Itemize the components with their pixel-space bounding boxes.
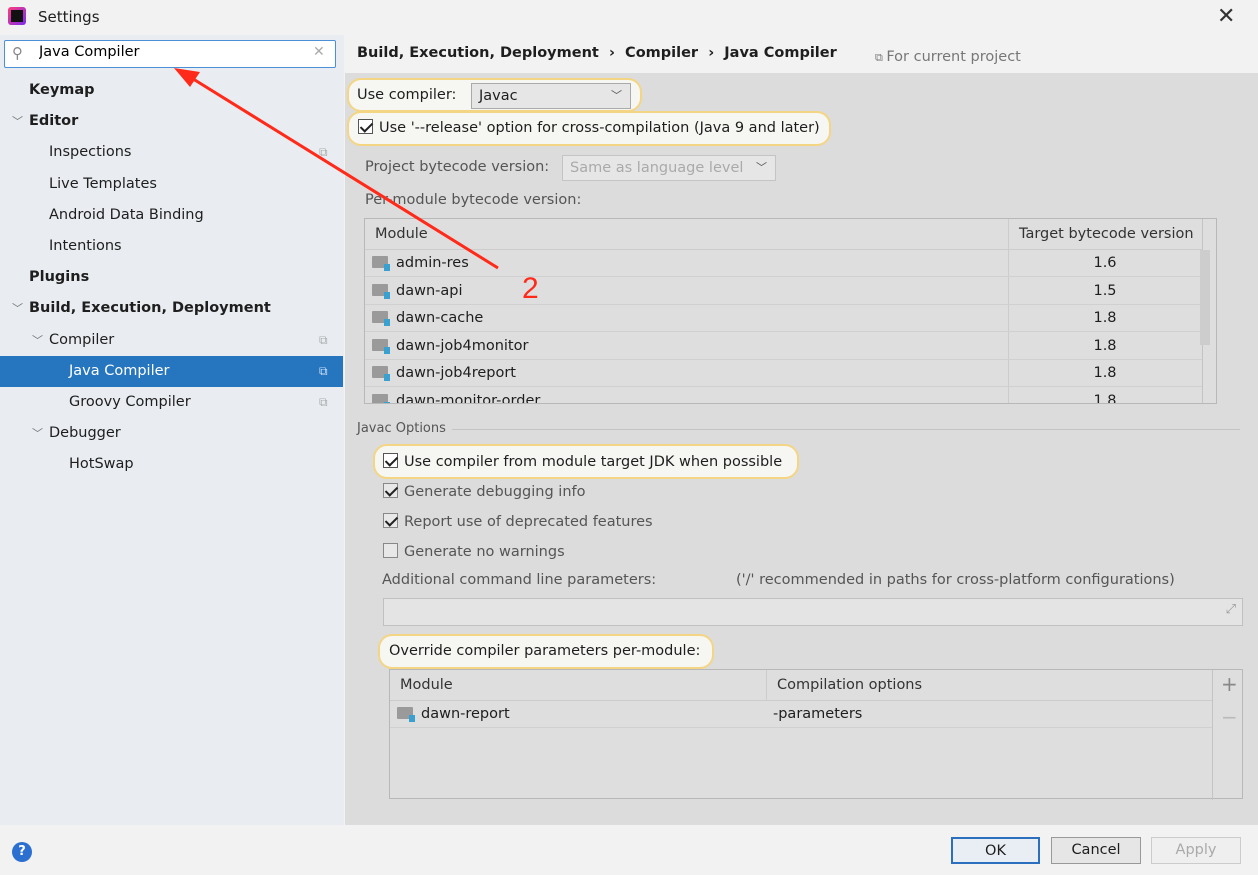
annotation-overlay: 2 xyxy=(174,68,539,305)
annotation-arrow-line xyxy=(189,75,499,270)
annotation-number: 2 xyxy=(522,272,539,305)
annotation-arrow-head xyxy=(174,68,200,87)
